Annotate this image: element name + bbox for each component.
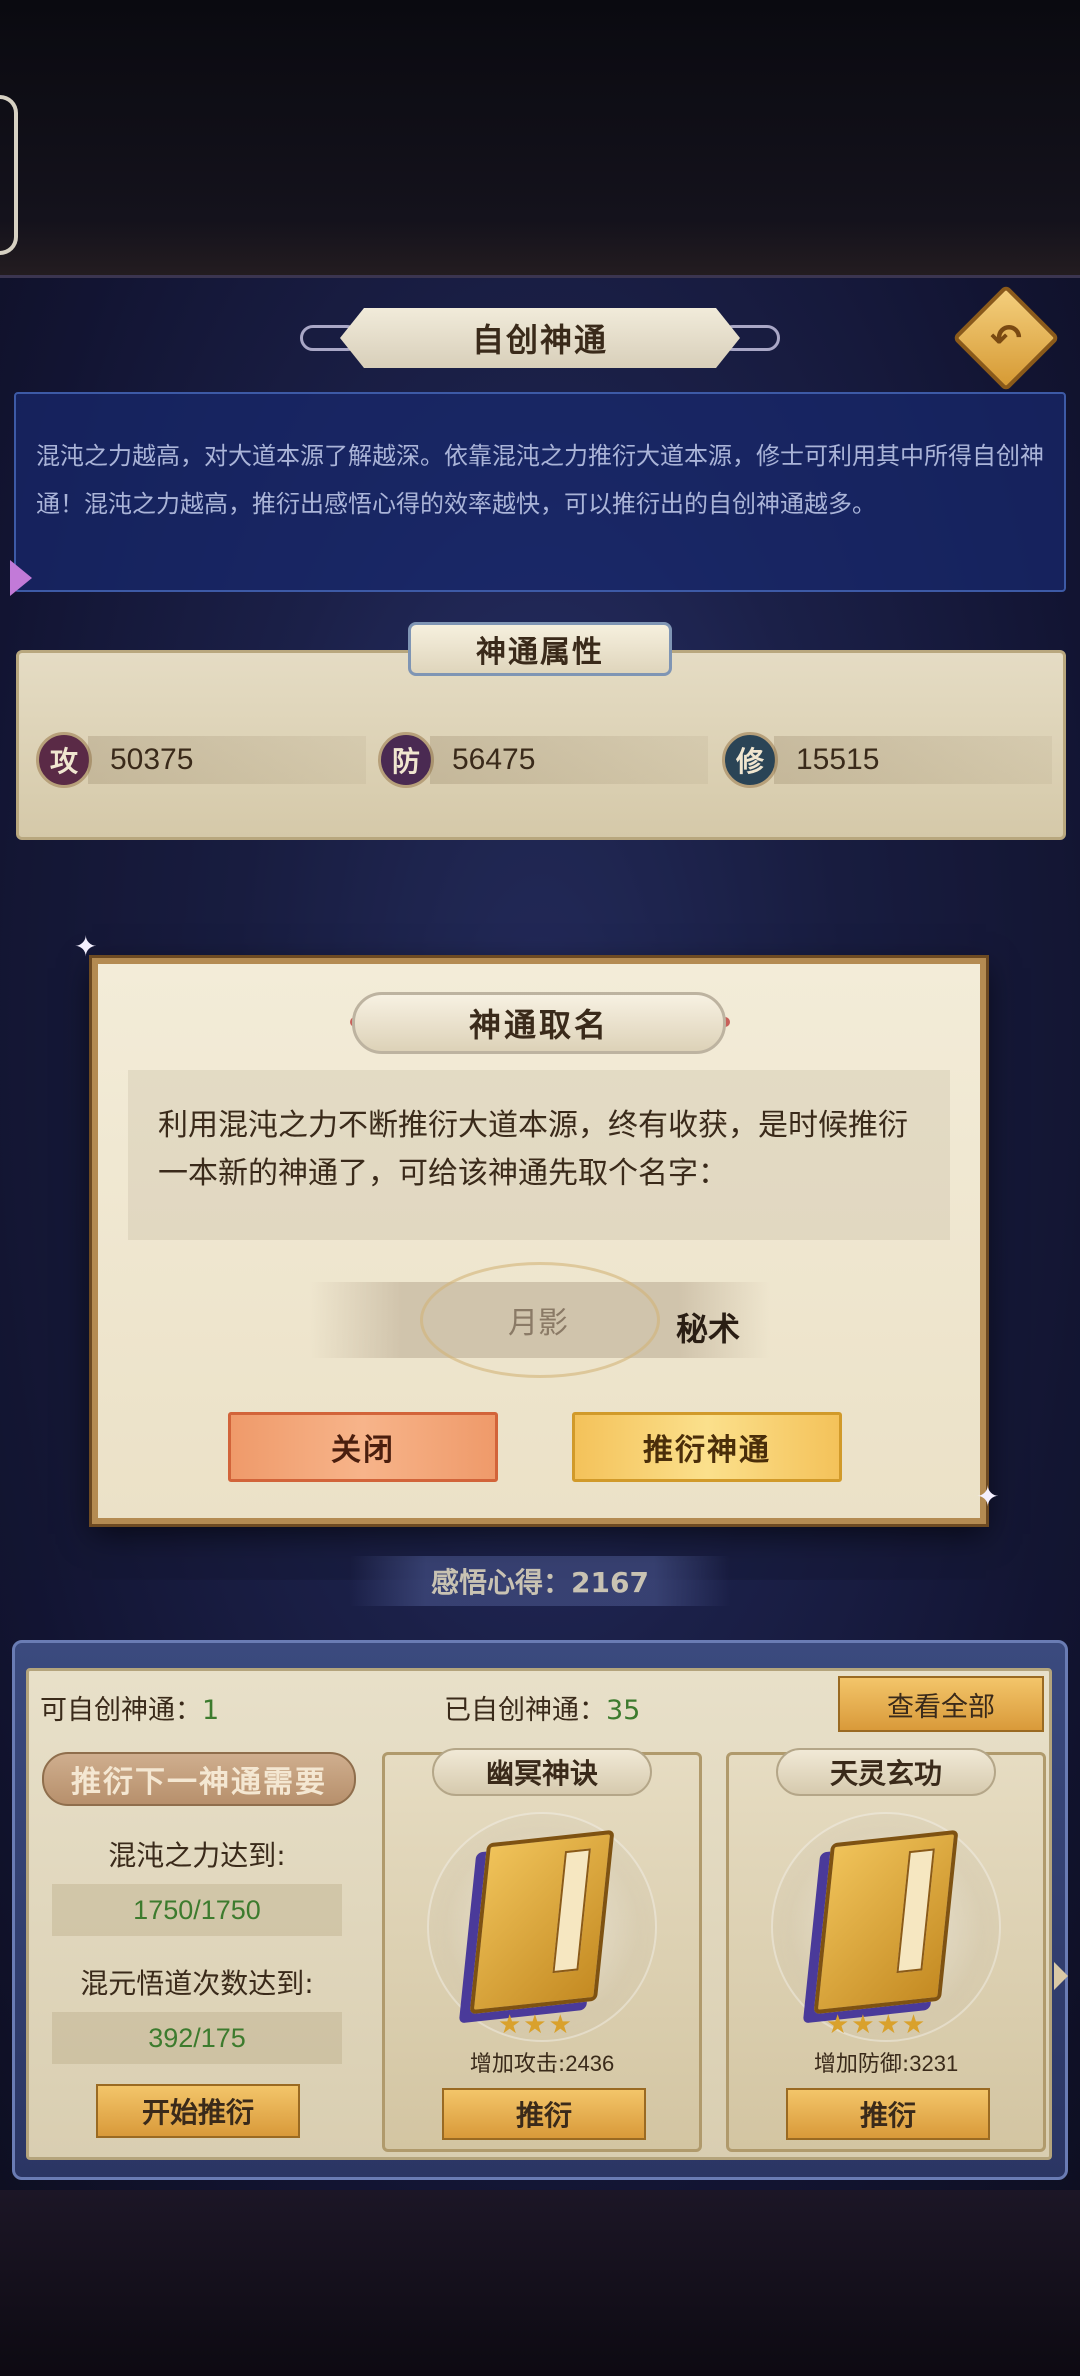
sparkle-icon: ✦ [976,1480,1000,1513]
created-value: 35 [606,1695,641,1726]
skill-card-infer-button[interactable]: 推衍 [442,2088,646,2140]
top-bar [0,0,1080,275]
skill-book-icon [813,1829,959,2015]
skill-card-effect-value: 3231 [909,2051,959,2076]
can-create-label: 可自创神通： [40,1695,202,1726]
attributes-title: 神通属性 [408,622,672,676]
skill-card-effect-label: 增加防御: [813,2052,910,2077]
skill-card-effect: 增加攻击:2436 [382,2046,702,2078]
created-count: 已自创神通：35 [444,1688,640,1727]
skill-card-effect-value: 2436 [565,2051,615,2076]
dialog-title: 神通取名 [352,992,726,1054]
start-infer-button[interactable]: 开始推衍 [96,2084,300,2138]
left-arrow-icon[interactable] [10,560,32,596]
scroll-right-icon[interactable] [1054,1962,1068,1990]
view-all-button[interactable]: 查看全部 [838,1676,1044,1732]
chaos-requirement-value: 1750/1750 [52,1884,342,1936]
back-arrow-icon: ↶ [990,316,1022,360]
attack-icon: 攻 [36,732,92,788]
name-second-part[interactable]: 秘术 [676,1304,740,1350]
name-first-part[interactable]: 月影 [508,1298,568,1342]
defense-icon: 防 [378,732,434,788]
skill-card-name: 天灵玄功 [776,1748,996,1796]
can-create-count: 可自创神通：1 [40,1688,219,1727]
close-button[interactable]: 关闭 [228,1412,498,1482]
sparkle-icon: ✦ [74,930,98,963]
attribute-cultivation: 修 15515 [722,728,1052,792]
attribute-attack: 攻 50375 [36,728,366,792]
skill-card-effect-label: 增加攻击: [469,2052,566,2077]
skill-card-name: 幽冥神诀 [432,1748,652,1796]
times-requirement-value: 392/175 [52,2012,342,2064]
chaos-requirement-label: 混沌之力达到: [108,1839,286,1872]
created-label: 已自创神通： [444,1695,606,1726]
insight-counter: 感悟心得：2167 [350,1556,730,1606]
skill-card-stars: ★★★ [498,2010,574,2040]
cultivation-icon: 修 [722,732,778,788]
requirement-title: 推衍下一神通需要 [42,1752,356,1806]
page-title: 自创神通 [340,308,740,368]
dialog-message: 利用混沌之力不断推衍大道本源，终有收获，是时候推衍一本新的神通了，可给该神通先取… [128,1070,950,1240]
skill-book-icon [469,1829,615,2015]
cultivation-value: 15515 [774,736,1052,784]
times-requirement-label: 混元悟道次数达到: [80,1967,314,2000]
bottom-bar [0,2190,1080,2376]
attack-value: 50375 [88,736,366,784]
skill-card-infer-button[interactable]: 推衍 [786,2088,990,2140]
description-text: 混沌之力越高，对大道本源了解越深。依靠混沌之力推衍大道本源，修士可利用其中所得自… [14,392,1066,592]
defense-value: 56475 [430,736,708,784]
skill-card-effect: 增加防御:3231 [726,2046,1046,2078]
attribute-defense: 防 56475 [378,728,708,792]
skill-card-stars: ★★★★ [826,2010,928,2040]
can-create-value: 1 [202,1695,220,1726]
infer-skill-button[interactable]: 推衍神通 [572,1412,842,1482]
side-tab-handle[interactable] [0,95,18,255]
